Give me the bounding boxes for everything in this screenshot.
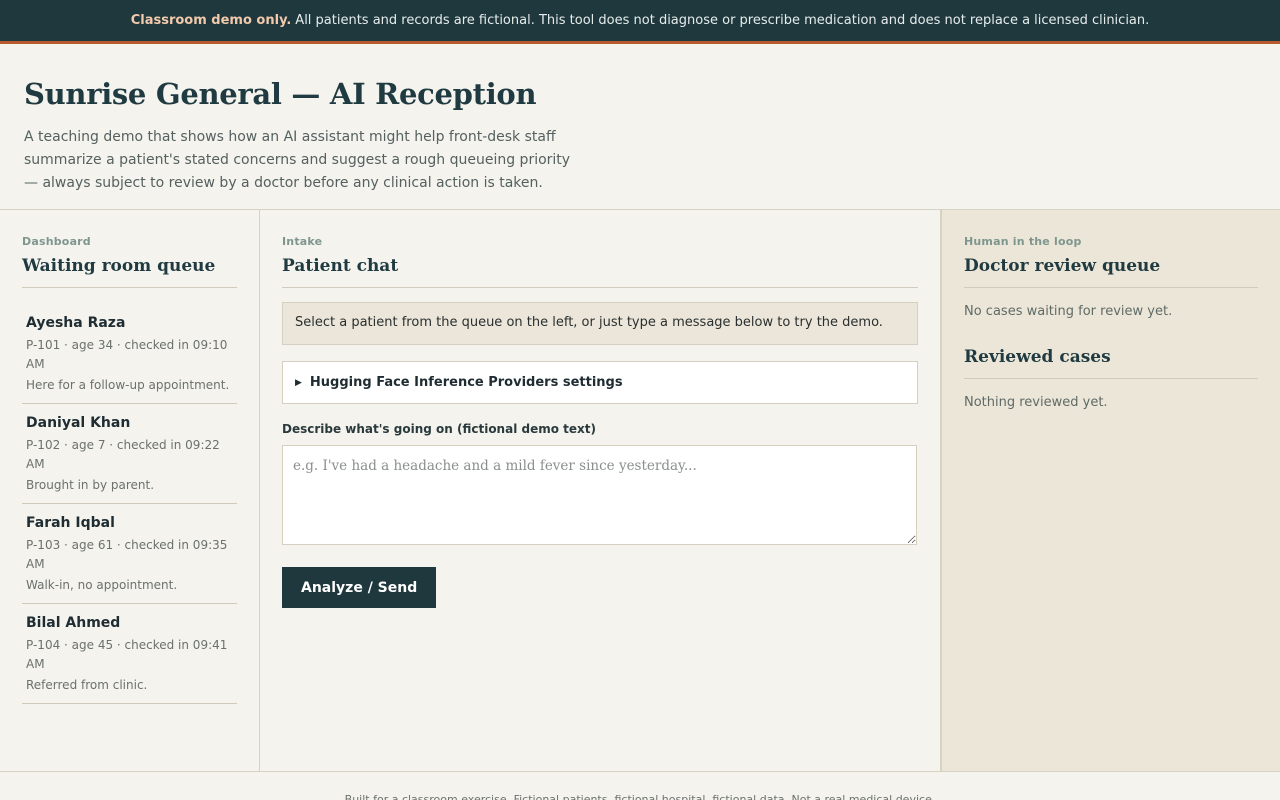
- patient-note: Brought in by parent.: [26, 478, 155, 492]
- intake-eyebrow: Intake: [282, 235, 323, 248]
- patient-meta: P-102 · age 7 · checked in 09:22 AM: [26, 438, 220, 471]
- disclaimer-banner: Classroom demo only. All patients and re…: [0, 0, 1280, 44]
- analyze-send-button[interactable]: Analyze / Send: [282, 567, 437, 608]
- patient-name: Farah Iqbal: [26, 515, 115, 531]
- patient-item[interactable]: Daniyal Khan P-102 · age 7 · checked in …: [22, 404, 237, 504]
- intake-panel: Intake Patient chat Select a patient fro…: [260, 210, 940, 771]
- message-input-label: Describe what's going on (fictional demo…: [282, 422, 596, 436]
- reviewed-empty-message: Nothing reviewed yet.: [964, 395, 1108, 410]
- disclaimer-text: All patients and records are fictional. …: [295, 13, 1150, 28]
- settings-disclosure[interactable]: ▶ Hugging Face Inference Providers setti…: [282, 361, 918, 404]
- message-input[interactable]: [282, 445, 917, 545]
- patient-name: Ayesha Raza: [26, 315, 126, 331]
- page-header: Sunrise General — AI Reception A teachin…: [0, 44, 1280, 210]
- patient-meta: P-103 · age 61 · checked in 09:35 AM: [26, 538, 228, 571]
- patient-queue: Ayesha Raza P-101 · age 34 · checked in …: [22, 304, 237, 704]
- doctor-review-title: Doctor review queue: [964, 256, 1258, 288]
- patient-note: Referred from clinic.: [26, 678, 148, 692]
- dashboard-panel: Dashboard Waiting room queue Ayesha Raza…: [0, 210, 260, 771]
- patient-note: Walk-in, no appointment.: [26, 578, 178, 592]
- patient-item[interactable]: Ayesha Raza P-101 · age 34 · checked in …: [22, 304, 237, 404]
- review-empty-message: No cases waiting for review yet.: [964, 304, 1173, 319]
- disclosure-triangle-icon: ▶: [295, 377, 302, 388]
- patient-item[interactable]: Farah Iqbal P-103 · age 61 · checked in …: [22, 504, 237, 604]
- patient-meta: P-101 · age 34 · checked in 09:10 AM: [26, 338, 228, 371]
- reviewed-cases-title: Reviewed cases: [964, 347, 1258, 379]
- waiting-room-title: Waiting room queue: [22, 256, 237, 288]
- patient-name: Bilal Ahmed: [26, 615, 121, 631]
- patient-note: Here for a follow-up appointment.: [26, 378, 230, 392]
- info-message: Select a patient from the queue on the l…: [282, 302, 918, 345]
- disclaimer-strong: Classroom demo only.: [130, 13, 292, 28]
- dashboard-eyebrow: Dashboard: [22, 235, 91, 248]
- patient-name: Daniyal Khan: [26, 415, 131, 431]
- page-subtitle: A teaching demo that shows how an AI ass…: [24, 129, 571, 191]
- page-footer: Built for a classroom exercise. Fictiona…: [0, 771, 1280, 800]
- review-eyebrow: Human in the loop: [964, 235, 1082, 248]
- review-panel: Human in the loop Doctor review queue No…: [940, 210, 1280, 771]
- page-title: Sunrise General — AI Reception: [24, 77, 537, 111]
- settings-disclosure-label: Hugging Face Inference Providers setting…: [309, 375, 623, 390]
- patient-meta: P-104 · age 45 · checked in 09:41 AM: [26, 638, 228, 671]
- patient-chat-title: Patient chat: [282, 256, 918, 288]
- main-columns: Dashboard Waiting room queue Ayesha Raza…: [0, 210, 1280, 771]
- patient-item[interactable]: Bilal Ahmed P-104 · age 45 · checked in …: [22, 604, 237, 704]
